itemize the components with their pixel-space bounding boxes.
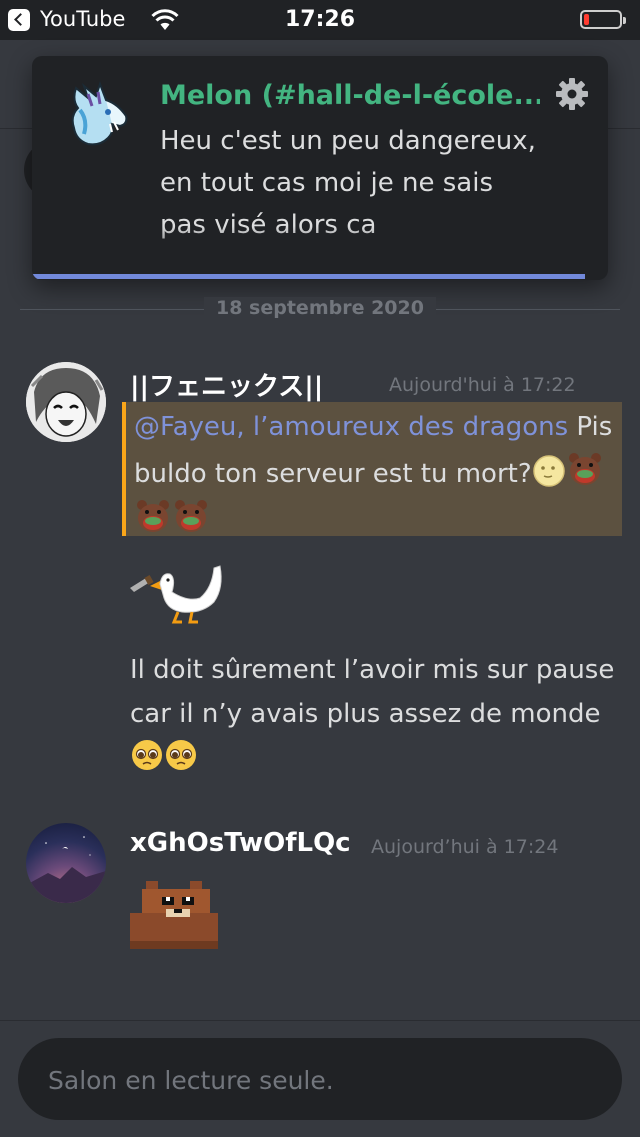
night-sky-avatar-icon [26, 836, 106, 903]
date-divider-label: 18 septembre 2020 [204, 297, 436, 319]
notification-progress-bar [32, 274, 585, 279]
notification-fade [152, 226, 572, 276]
avatar[interactable] [26, 823, 106, 903]
user-mention[interactable]: @Fayeu, l’amoureux des dragons [134, 412, 568, 442]
message-input[interactable] [46, 1038, 590, 1122]
notification-toast[interactable]: Melon (#hall-de-l-école... Heu c'est un … [32, 56, 608, 280]
notification-title: Melon (#hall-de-l-école... [160, 80, 540, 111]
anime-avatar-icon [26, 362, 106, 442]
pepe-bear-emoji-icon [175, 500, 207, 532]
date-divider: 18 septembre 2020 [20, 296, 620, 322]
gear-icon[interactable] [554, 76, 590, 112]
battery-icon [580, 10, 626, 29]
status-bar: YouTube 17:26 [0, 0, 640, 40]
battery-level [584, 14, 589, 25]
message-timestamp: Aujourd'hui à 17:22 [389, 374, 576, 396]
goose-knife-emoji-icon [130, 565, 222, 624]
message-author[interactable]: xGhOsTwOfLQc [130, 828, 351, 858]
message-author[interactable]: ||フェニックス|| [130, 366, 323, 403]
pleading-face-emoji-icon [132, 740, 162, 770]
dragon-avatar-icon [71, 81, 128, 146]
pepe-bear-emoji-icon [568, 453, 601, 485]
clock: 17:26 [284, 7, 356, 32]
message-text-body: Il doit sûrement l’avoir mis sur pause c… [130, 655, 615, 729]
moon-face-emoji-icon [532, 455, 565, 487]
message-timestamp: Aujourd’hui à 17:24 [371, 836, 559, 858]
pixel-bear-emoji-icon [130, 881, 218, 949]
message-text: Il doit sûrement l’avoir mis sur pause c… [130, 648, 620, 780]
message-composer [18, 1038, 622, 1122]
avatar[interactable] [26, 362, 106, 442]
mention-highlight: @Fayeu, l’amoureux des dragons Pis buldo… [122, 402, 622, 536]
pepe-bear-emoji-icon [137, 500, 169, 532]
pleading-face-emoji-icon [166, 740, 196, 770]
message-content: @Fayeu, l’amoureux des dragons Pis buldo… [134, 404, 620, 544]
